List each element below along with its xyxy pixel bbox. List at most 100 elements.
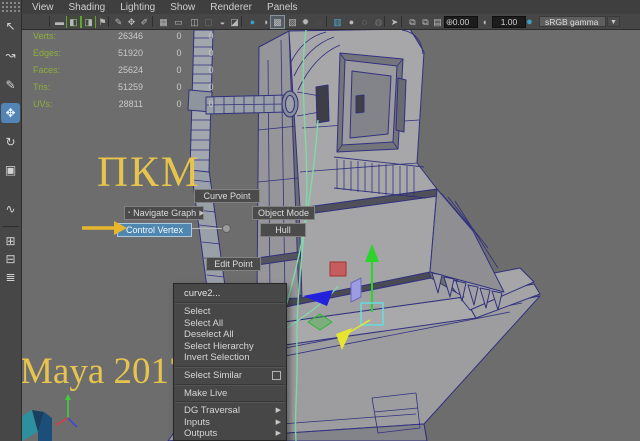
paint-select-tool[interactable]: ✎ (1, 75, 20, 95)
submenu-arrow-icon: ▶ (275, 407, 281, 415)
marking-menu-edit-point[interactable]: Edit Point (206, 257, 261, 271)
context-menu: curve2... Select Select All Deselect All Se… (173, 283, 287, 441)
menu-separator (175, 302, 285, 304)
menu-item-label: Inputs (184, 416, 210, 428)
select-tool[interactable]: ↖ (1, 16, 20, 36)
annotation-arrow-icon (82, 221, 127, 235)
context-menu-item-invert-selection[interactable]: Invert Selection (174, 352, 286, 364)
hud-col-a: 0 (176, 31, 182, 41)
rail-separator (2, 226, 19, 227)
color-management-icon[interactable]: ● (523, 16, 536, 28)
hud-row-edges: Edges: 51920 0 0 (33, 48, 214, 60)
gamma-field[interactable]: 1.00 (492, 16, 526, 28)
select-camera-icon[interactable]: ✎ (112, 16, 125, 28)
gate-mask-icon[interactable]: ▢ (202, 16, 215, 28)
toolbar-separator (152, 16, 153, 27)
maya-window: ПКМ Maya 2017 Verts: 26346 0 0 Edges: 51920 0 0… (0, 0, 640, 441)
hud-row-verts: Verts: 26346 0 0 (33, 31, 214, 43)
marking-menu-control-vertex[interactable]: Control Vertex (117, 223, 192, 237)
context-menu-item-select-similar[interactable]: Select Similar (174, 370, 286, 382)
menu-item-label: Invert Selection (184, 352, 250, 364)
grid-icon[interactable]: ▦ (157, 16, 170, 28)
context-menu-item-outputs[interactable]: Outputs ▶ (174, 428, 286, 440)
motion-blur-icon[interactable]: ● (345, 16, 358, 28)
rotate-tool[interactable]: ↻ (1, 132, 20, 152)
snap-view-icon[interactable]: ▬ (53, 16, 66, 28)
context-menu-item-inputs[interactable]: Inputs ▶ (174, 417, 286, 429)
navigate-graph-label: Navigate Graph (133, 208, 197, 218)
layout-four-pane[interactable]: ⊞ (1, 231, 20, 251)
isolate-select-icon[interactable]: ➤ (388, 16, 401, 28)
context-menu-item-make-live[interactable]: Make Live (174, 388, 286, 400)
shadows-icon[interactable]: ◌ (313, 16, 326, 28)
menu-item-label: Deselect All (184, 329, 234, 341)
toolbar-separator (384, 16, 385, 27)
hud-total: 51259 (117, 82, 143, 92)
marking-menu-navigate-graph[interactable]: ▪ Navigate Graph ▶ (124, 206, 205, 220)
menu-item-label: Outputs (184, 428, 218, 440)
hud-row-tris: Tris: 51259 0 0 (33, 82, 214, 94)
menu-separator (175, 401, 285, 404)
toolbar-separator (108, 16, 109, 27)
context-menu-item-dg-traversal[interactable]: DG Traversal ▶ (174, 405, 286, 417)
marking-menu-curve-point[interactable]: Curve Point (194, 189, 260, 203)
camera-bookmark-icon[interactable]: ◨ (81, 16, 96, 28)
hud-row-faces: Faces: 25624 0 0 (33, 65, 214, 77)
scale-tool[interactable]: ▣ (1, 160, 20, 180)
marking-menu-connector-line (192, 228, 223, 229)
film-gate-icon[interactable]: ▭ (172, 16, 185, 28)
pivot-icon[interactable]: ✥ (125, 16, 138, 28)
pencil-icon[interactable]: ✐ (138, 16, 151, 28)
exposure-icon[interactable]: ⊕ (443, 16, 456, 28)
context-menu-item-select-hierarchy[interactable]: Select Hierarchy (174, 341, 286, 353)
hud-col-a: 0 (176, 48, 182, 58)
layout-two-pane[interactable]: ⊟ (1, 249, 20, 269)
contrast-icon[interactable]: ◖ (478, 16, 491, 28)
menu-renderer[interactable]: Renderer (210, 2, 252, 13)
lasso-select-tool[interactable]: ↝ (1, 45, 20, 65)
menu-panels[interactable]: Panels (267, 2, 298, 13)
hud-total: 25624 (117, 65, 143, 75)
marking-menu-center-dot[interactable] (222, 224, 231, 233)
dropdown-arrow-icon[interactable]: ▼ (607, 16, 620, 27)
menu-lighting[interactable]: Lighting (120, 2, 155, 13)
option-box-icon[interactable] (272, 371, 281, 381)
edit-point-label: Edit Point (214, 259, 253, 269)
hud-col-b: 0 (208, 48, 214, 58)
safe-action-icon[interactable]: ◪ (228, 16, 241, 28)
menu-item-label: Select Hierarchy (184, 340, 254, 352)
wireframe-sphere-icon[interactable]: ● (246, 16, 259, 28)
version-annotation: Maya 2017 (20, 351, 188, 392)
view-transform-dropdown[interactable]: sRGB gamma (539, 16, 606, 27)
hud-col-b: 0 (208, 82, 214, 92)
menu-show[interactable]: Show (170, 2, 195, 13)
camera-lock-icon[interactable]: ◧ (66, 16, 81, 28)
menu-item-label: Select All (184, 317, 224, 329)
textured-mode-icon[interactable]: ▩ (270, 15, 285, 29)
menu-item-label: DG Traversal (184, 405, 240, 417)
menu-view[interactable]: View (32, 2, 54, 13)
hud-col-b: 0 (208, 99, 214, 109)
resolution-gate-icon[interactable]: ◫ (188, 16, 201, 28)
context-menu-item-select[interactable]: Select (174, 306, 286, 318)
layout-outliner[interactable]: ≣ (1, 267, 20, 287)
context-menu-item-deselect-all[interactable]: Deselect All (174, 329, 286, 341)
marking-menu-object-mode[interactable]: Object Mode (252, 206, 315, 220)
view-axis-indicator (55, 394, 78, 428)
right-click-annotation: ПКМ (97, 149, 201, 196)
screen-ao-icon[interactable]: ▥ (331, 16, 344, 28)
last-tool-curve[interactable]: ∿ (1, 199, 20, 219)
hud-total: 51920 (117, 48, 143, 58)
move-tool[interactable]: ✥ (1, 103, 20, 123)
hud-col-b: 0 (208, 31, 214, 41)
marking-menu-hull[interactable]: Hull (260, 223, 306, 237)
layers-icon[interactable]: ⧉ (406, 16, 419, 28)
toolbar-separator (401, 16, 402, 27)
toolbox-grip[interactable] (1, 1, 20, 12)
context-menu-item-select-all[interactable]: Select All (174, 318, 286, 330)
menu-shading[interactable]: Shading (69, 2, 106, 13)
multisample-icon[interactable]: ◌ (358, 16, 371, 28)
checker-icon[interactable]: ▨ (286, 16, 299, 28)
hud-label: Tris: (33, 82, 51, 92)
lights-icon[interactable]: ✹ (299, 16, 312, 28)
